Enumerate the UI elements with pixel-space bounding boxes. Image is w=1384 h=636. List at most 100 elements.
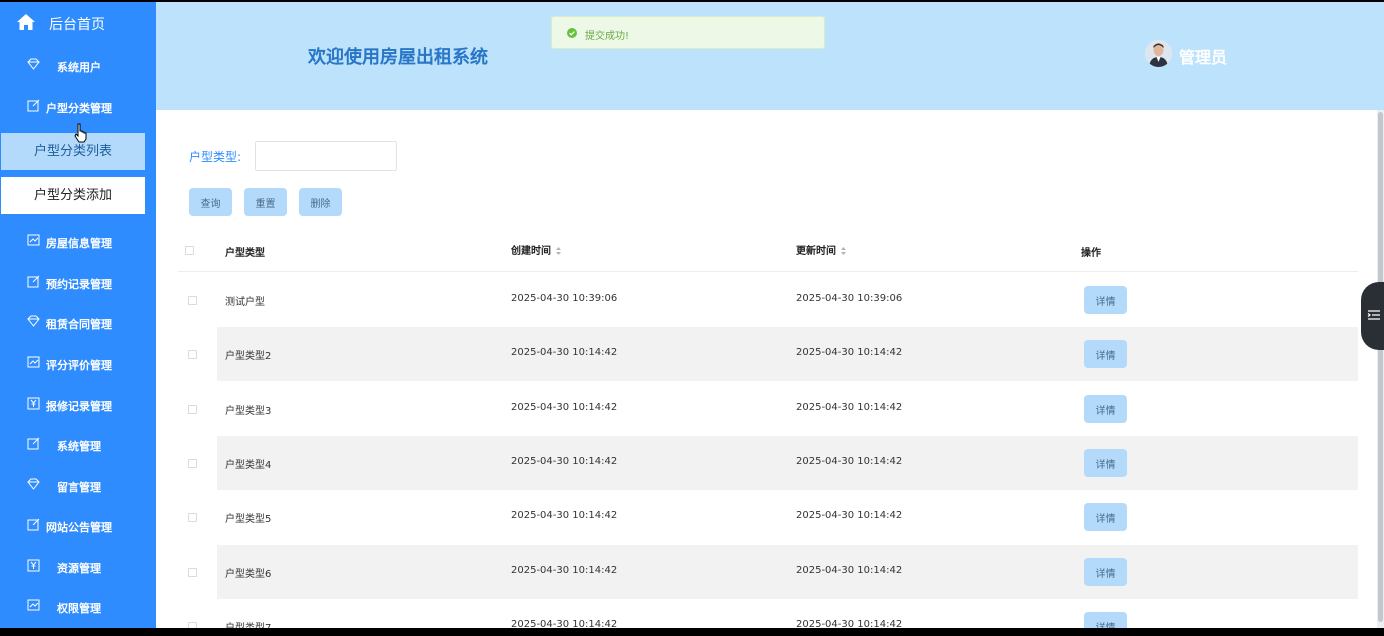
sidebar-item-house-info[interactable]: 房屋信息管理 bbox=[0, 222, 156, 262]
table-row: 户型类型2 2025-04-30 10:14:42 2025-04-30 10:… bbox=[178, 327, 1358, 381]
sidebar-item-label: 房屋信息管理 bbox=[46, 237, 112, 250]
hand-cursor-icon bbox=[74, 123, 87, 143]
sidebar-item-messages[interactable]: 留言管理 bbox=[0, 466, 156, 506]
sidebar-item-unit-category[interactable]: 户型分类管理 bbox=[0, 87, 156, 127]
scrollbar-thumb[interactable] bbox=[1378, 112, 1383, 622]
unit-type-search-input[interactable] bbox=[255, 141, 397, 171]
table-row: 户型类型4 2025-04-30 10:14:42 2025-04-30 10:… bbox=[178, 436, 1358, 490]
cell-updated: 2025-04-30 10:14:42 bbox=[796, 565, 903, 576]
sidebar: 后台首页 系统用户 户型分类管理 户型分类列表 户型分类添加 房屋信息管理 预约… bbox=[0, 2, 156, 628]
side-panel-toggle[interactable] bbox=[1361, 282, 1384, 350]
sidebar-item-resources[interactable]: 资源管理 bbox=[0, 547, 156, 587]
sidebar-item-label: 资源管理 bbox=[57, 562, 101, 575]
sidebar-item-contract[interactable]: 租赁合同管理 bbox=[0, 303, 156, 343]
cell-created: 2025-04-30 10:14:42 bbox=[511, 565, 618, 576]
cell-created: 2025-04-30 10:14:42 bbox=[511, 402, 618, 413]
row-checkbox[interactable] bbox=[188, 622, 197, 628]
home-icon bbox=[17, 14, 35, 30]
cell-type: 户型类型5 bbox=[225, 514, 272, 525]
app-frame: 后台首页 系统用户 户型分类管理 户型分类列表 户型分类添加 房屋信息管理 预约… bbox=[0, 2, 1384, 628]
sort-icon[interactable] bbox=[555, 246, 562, 256]
detail-button[interactable]: 详情 bbox=[1084, 395, 1127, 423]
detail-button[interactable]: 详情 bbox=[1084, 340, 1127, 368]
column-header-action: 操作 bbox=[1081, 248, 1101, 259]
edit-icon bbox=[27, 518, 40, 531]
reset-button[interactable]: 重置 bbox=[244, 188, 287, 216]
table-row: 户型类型5 2025-04-30 10:14:42 2025-04-30 10:… bbox=[178, 490, 1358, 544]
query-button[interactable]: 查询 bbox=[189, 188, 232, 216]
sidebar-item-users[interactable]: 系统用户 bbox=[0, 46, 156, 86]
sidebar-item-permissions[interactable]: 权限管理 bbox=[0, 587, 156, 627]
select-all-checkbox[interactable] bbox=[185, 246, 194, 255]
row-checkbox[interactable] bbox=[188, 568, 197, 577]
cell-updated: 2025-04-30 10:14:42 bbox=[796, 456, 903, 467]
sidebar-item-label: 权限管理 bbox=[57, 602, 101, 615]
gem-icon bbox=[27, 315, 40, 327]
sidebar-item-booking[interactable]: 预约记录管理 bbox=[0, 263, 156, 303]
table-row: 测试户型 2025-04-30 10:39:06 2025-04-30 10:3… bbox=[178, 273, 1358, 327]
chart-icon bbox=[27, 599, 40, 611]
cell-type: 户型类型3 bbox=[225, 406, 272, 417]
detail-button[interactable]: 详情 bbox=[1084, 558, 1127, 586]
sidebar-item-label: 评分评价管理 bbox=[46, 359, 112, 372]
detail-button[interactable]: 详情 bbox=[1084, 612, 1127, 628]
submenu-item-unit-add[interactable]: 户型分类添加 bbox=[1, 177, 145, 214]
success-check-icon bbox=[567, 28, 577, 38]
sidebar-item-label: 报修记录管理 bbox=[46, 400, 112, 413]
detail-button[interactable]: 详情 bbox=[1084, 286, 1127, 314]
gem-icon bbox=[27, 58, 40, 70]
column-header-type: 户型类型 bbox=[225, 248, 265, 259]
sidebar-item-label: 网站公告管理 bbox=[46, 521, 112, 534]
sidebar-item-label: 预约记录管理 bbox=[46, 278, 112, 291]
sidebar-home[interactable]: 后台首页 bbox=[0, 2, 156, 44]
sidebar-item-rating[interactable]: 评分评价管理 bbox=[0, 344, 156, 384]
delete-button[interactable]: 删除 bbox=[299, 188, 342, 216]
sort-icon[interactable] bbox=[840, 246, 847, 256]
cell-updated: 2025-04-30 10:14:42 bbox=[796, 347, 903, 358]
row-checkbox[interactable] bbox=[188, 350, 197, 359]
edit-icon bbox=[27, 275, 40, 288]
detail-button[interactable]: 详情 bbox=[1084, 503, 1127, 531]
column-header-created[interactable]: 创建时间 bbox=[511, 242, 562, 257]
row-gutter bbox=[178, 327, 217, 381]
sidebar-home-label: 后台首页 bbox=[49, 17, 105, 33]
cell-updated: 2025-04-30 10:14:42 bbox=[796, 619, 903, 628]
table-row: 户型类型7 2025-04-30 10:14:42 2025-04-30 10:… bbox=[178, 599, 1358, 628]
cell-type: 户型类型6 bbox=[225, 569, 272, 580]
sidebar-item-announcements[interactable]: 网站公告管理 bbox=[0, 506, 156, 546]
sidebar-item-label: 租赁合同管理 bbox=[46, 318, 112, 331]
sidebar-item-system[interactable]: 系统管理 bbox=[0, 425, 156, 465]
table-header: 户型类型 创建时间 更新时间 操作 bbox=[178, 226, 1358, 272]
gem-icon bbox=[27, 478, 40, 490]
row-checkbox[interactable] bbox=[188, 459, 197, 468]
cell-type: 户型类型7 bbox=[225, 619, 271, 628]
cell-updated: 2025-04-30 10:14:42 bbox=[796, 510, 903, 521]
detail-button[interactable]: 详情 bbox=[1084, 449, 1127, 477]
cell-created: 2025-04-30 10:14:42 bbox=[511, 619, 618, 628]
menu-collapse-icon bbox=[1367, 310, 1380, 320]
cell-type: 测试户型 bbox=[225, 297, 265, 308]
edit-icon bbox=[27, 99, 40, 112]
row-checkbox[interactable] bbox=[188, 513, 197, 522]
cell-created: 2025-04-30 10:14:42 bbox=[511, 347, 618, 358]
row-gutter bbox=[178, 436, 217, 490]
sidebar-item-repair[interactable]: 报修记录管理 bbox=[0, 385, 156, 425]
toast-message: 提交成功! bbox=[585, 31, 630, 42]
cell-created: 2025-04-30 10:14:42 bbox=[511, 510, 618, 521]
sidebar-item-label: 系统管理 bbox=[57, 440, 101, 453]
table-row: 户型类型3 2025-04-30 10:14:42 2025-04-30 10:… bbox=[178, 382, 1358, 436]
user-name[interactable]: 管理员 bbox=[1179, 44, 1227, 68]
cell-type: 户型类型4 bbox=[225, 460, 272, 471]
cell-created: 2025-04-30 10:14:42 bbox=[511, 456, 618, 467]
avatar[interactable] bbox=[1145, 40, 1172, 67]
column-header-updated[interactable]: 更新时间 bbox=[796, 242, 847, 257]
cell-updated: 2025-04-30 10:39:06 bbox=[796, 293, 903, 304]
header: 欢迎使用房屋出租系统 提交成功! 管理员 bbox=[156, 2, 1384, 110]
column-header-created-label: 创建时间 bbox=[511, 246, 551, 257]
edit-icon bbox=[27, 437, 40, 450]
row-checkbox[interactable] bbox=[188, 405, 197, 414]
row-checkbox[interactable] bbox=[188, 296, 197, 305]
submenu-item-unit-list[interactable]: 户型分类列表 bbox=[1, 133, 145, 170]
page-title: 欢迎使用房屋出租系统 bbox=[308, 47, 488, 68]
table-row: 户型类型6 2025-04-30 10:14:42 2025-04-30 10:… bbox=[178, 545, 1358, 599]
